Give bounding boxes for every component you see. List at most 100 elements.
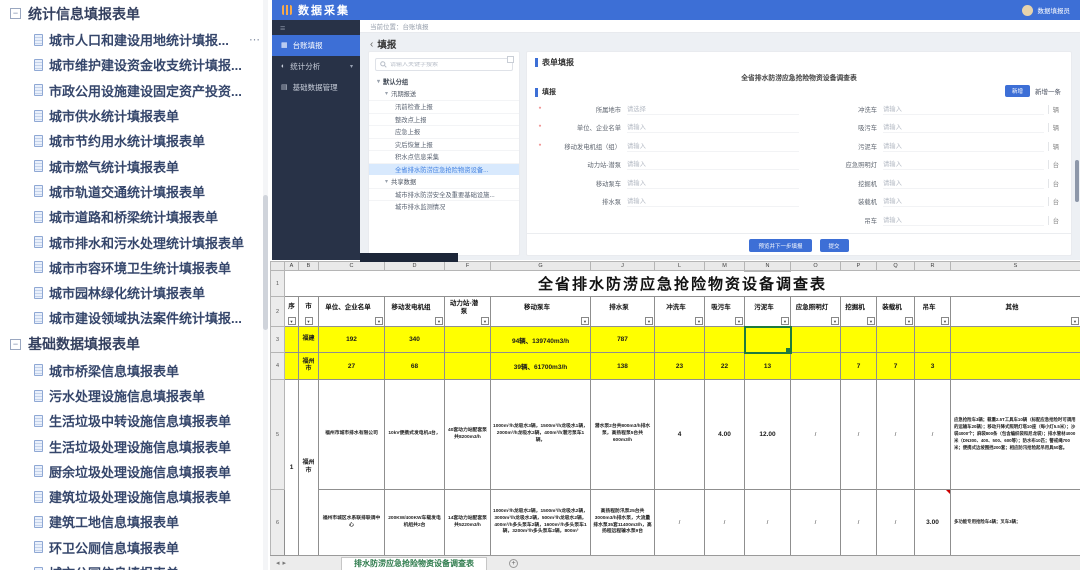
row-number[interactable]: 3	[271, 327, 285, 353]
cell[interactable]: 10kV便携式发电机4台，	[385, 380, 445, 490]
cell[interactable]	[705, 327, 745, 353]
cell[interactable]	[285, 353, 299, 380]
sidebar-group-statistics[interactable]: − 统计信息填报表单	[0, 0, 270, 27]
caret-down-icon[interactable]: ▾	[385, 90, 388, 97]
select-all-corner[interactable]	[271, 262, 285, 271]
cell[interactable]: /	[877, 490, 915, 556]
username[interactable]: 数据填报员	[1038, 5, 1071, 15]
cell[interactable]: 22	[705, 353, 745, 380]
tree-leaf[interactable]: 积水点信息采集	[369, 150, 519, 163]
cell[interactable]: 福建	[299, 327, 319, 353]
cell[interactable]: 40套动力站配套泵共8200m3/h	[445, 380, 491, 490]
header-cell[interactable]: 应急照明灯▼	[791, 297, 841, 327]
filter-dropdown-icon[interactable]: ▼	[831, 317, 839, 325]
caret-down-icon[interactable]: ▾	[385, 178, 388, 185]
column-letter[interactable]: B	[299, 262, 319, 271]
field-input[interactable]: 请输入	[627, 159, 799, 170]
header-cell[interactable]: 污泥车▼	[745, 297, 791, 327]
column-letter[interactable]: F	[445, 262, 491, 271]
tree-leaf-selected[interactable]: 全省排水防涝应急抢险物资设备...	[369, 163, 519, 176]
tree-leaf[interactable]: 灾后恢复上报	[369, 138, 519, 151]
cell[interactable]	[915, 327, 951, 353]
cell[interactable]	[655, 327, 705, 353]
column-letter[interactable]: C	[319, 262, 385, 271]
cell[interactable]: 138	[591, 353, 655, 380]
sidebar-item[interactable]: 城市市容环境卫生统计填报表单	[0, 255, 270, 280]
sidebar-item[interactable]: 城市节约用水统计填报表单	[0, 128, 270, 153]
nav-item-statistics[interactable]: ◐ 统计分析 ▾	[272, 56, 360, 77]
field-input[interactable]: 请输入	[627, 196, 799, 207]
tree-leaf[interactable]: 整改点上报	[369, 113, 519, 126]
panel-collapse-icon[interactable]	[507, 56, 514, 63]
cell[interactable]: 1000m³/h龙吸水3辆，1500m³/h龙吸水1辆，2000m³/h龙吸水2…	[491, 380, 591, 490]
collapse-minus-icon[interactable]: −	[10, 8, 21, 19]
back-chevron-icon[interactable]: ‹	[370, 39, 373, 50]
caret-down-icon[interactable]: ▾	[377, 78, 380, 85]
preview-next-button[interactable]: 预览并下一步填报	[749, 239, 811, 252]
column-letter[interactable]: J	[591, 262, 655, 271]
cell-city[interactable]: 福州市	[299, 380, 319, 556]
sidebar-item[interactable]: 城市建设领域执法案件统计填报...	[0, 305, 270, 330]
selected-cell[interactable]	[745, 327, 791, 353]
cell[interactable]	[791, 327, 841, 353]
more-dots-icon[interactable]: ⋯	[249, 33, 260, 46]
column-letter-selected[interactable]: N	[745, 262, 791, 271]
field-input[interactable]: 请输入	[627, 141, 799, 152]
sidebar-item[interactable]: 厨余垃圾处理设施信息填报表单	[0, 459, 270, 484]
column-letter[interactable]: L	[655, 262, 705, 271]
cell[interactable]	[951, 353, 1080, 380]
sidebar-item[interactable]: 生活垃圾处理设施信息填报表单	[0, 433, 270, 458]
cell[interactable]: 3	[915, 353, 951, 380]
sheet-title[interactable]: 全省排水防涝应急抢险物资设备调查表	[285, 271, 1080, 297]
cell[interactable]: /	[841, 490, 877, 556]
cell[interactable]: 94辆、139740m3/h	[491, 327, 591, 353]
filter-dropdown-icon[interactable]: ▼	[735, 317, 743, 325]
filter-dropdown-icon[interactable]: ▼	[288, 317, 296, 325]
collapse-minus-icon[interactable]: −	[10, 339, 21, 350]
cell[interactable]: /	[915, 380, 951, 490]
cell[interactable]: 4	[655, 380, 705, 490]
filter-dropdown-icon[interactable]: ▼	[905, 317, 913, 325]
nav-item-basic-data[interactable]: ▤ 基础数据管理	[272, 77, 360, 98]
cell[interactable]: 福州市城区水系联排联调中心	[319, 490, 385, 556]
tree-group[interactable]: ▾默认分组	[369, 75, 519, 88]
new-button[interactable]: 新增	[1005, 85, 1030, 97]
cell[interactable]: 39辆、61700m3/h	[491, 353, 591, 380]
sidebar-item[interactable]: 污水处理设施信息填报表单	[0, 383, 270, 408]
tree-leaf[interactable]: 应急上报	[369, 125, 519, 138]
header-cell[interactable]: 移动泵车▼	[491, 297, 591, 327]
sidebar-item[interactable]: 城市供水统计填报表单	[0, 103, 270, 128]
filter-dropdown-icon[interactable]: ▼	[581, 317, 589, 325]
cell[interactable]: /	[705, 490, 745, 556]
cell[interactable]: /	[841, 380, 877, 490]
column-letter[interactable]: M	[705, 262, 745, 271]
cell[interactable]	[445, 353, 491, 380]
cell-other[interactable]: 多功能专用抢险车4辆；叉车3辆；	[951, 490, 1080, 556]
filter-dropdown-icon[interactable]: ▼	[781, 317, 789, 325]
sidebar-item[interactable]: 生活垃圾中转设施信息填报表单	[0, 408, 270, 433]
column-letter[interactable]: O	[791, 262, 841, 271]
cell[interactable]: 高扬程防汛泵25台共3000m3/h排水泵，大流量排水泵35套11400m3/h…	[591, 490, 655, 556]
tree-leaf[interactable]: 城市排水防涝安全及重要基础设施...	[369, 188, 519, 201]
filter-dropdown-icon[interactable]: ▼	[1071, 317, 1079, 325]
sheet-tab[interactable]: 排水防涝应急抢险物资设备调查表	[341, 557, 487, 570]
sidebar-item[interactable]: 城市排水和污水处理统计填报表单	[0, 229, 270, 254]
search-input[interactable]	[390, 62, 508, 68]
cell[interactable]: 12.00	[745, 380, 791, 490]
cell[interactable]: 787	[591, 327, 655, 353]
cell[interactable]: 200KW/400KW车载发电机组共2台	[385, 490, 445, 556]
filter-dropdown-icon[interactable]: ▼	[375, 317, 383, 325]
cell[interactable]: 14套动力站配套泵共5220m3/h	[445, 490, 491, 556]
field-input[interactable]: 请输入	[883, 122, 1044, 133]
cell[interactable]: 340	[385, 327, 445, 353]
field-input[interactable]: 请输入	[883, 104, 1044, 115]
header-cell[interactable]: 动力站-潜泵▼	[445, 297, 491, 327]
submit-button[interactable]: 提交	[820, 239, 849, 252]
sidebar-group-basicdata[interactable]: − 基础数据填报表单	[0, 331, 270, 358]
sidebar-item[interactable]: 城市轨道交通统计填报表单	[0, 179, 270, 204]
cell[interactable]: /	[655, 490, 705, 556]
cell[interactable]: 68	[385, 353, 445, 380]
field-input[interactable]: 请选择	[627, 104, 799, 115]
cell[interactable]: /	[791, 380, 841, 490]
header-cell[interactable]: 排水泵▼	[591, 297, 655, 327]
